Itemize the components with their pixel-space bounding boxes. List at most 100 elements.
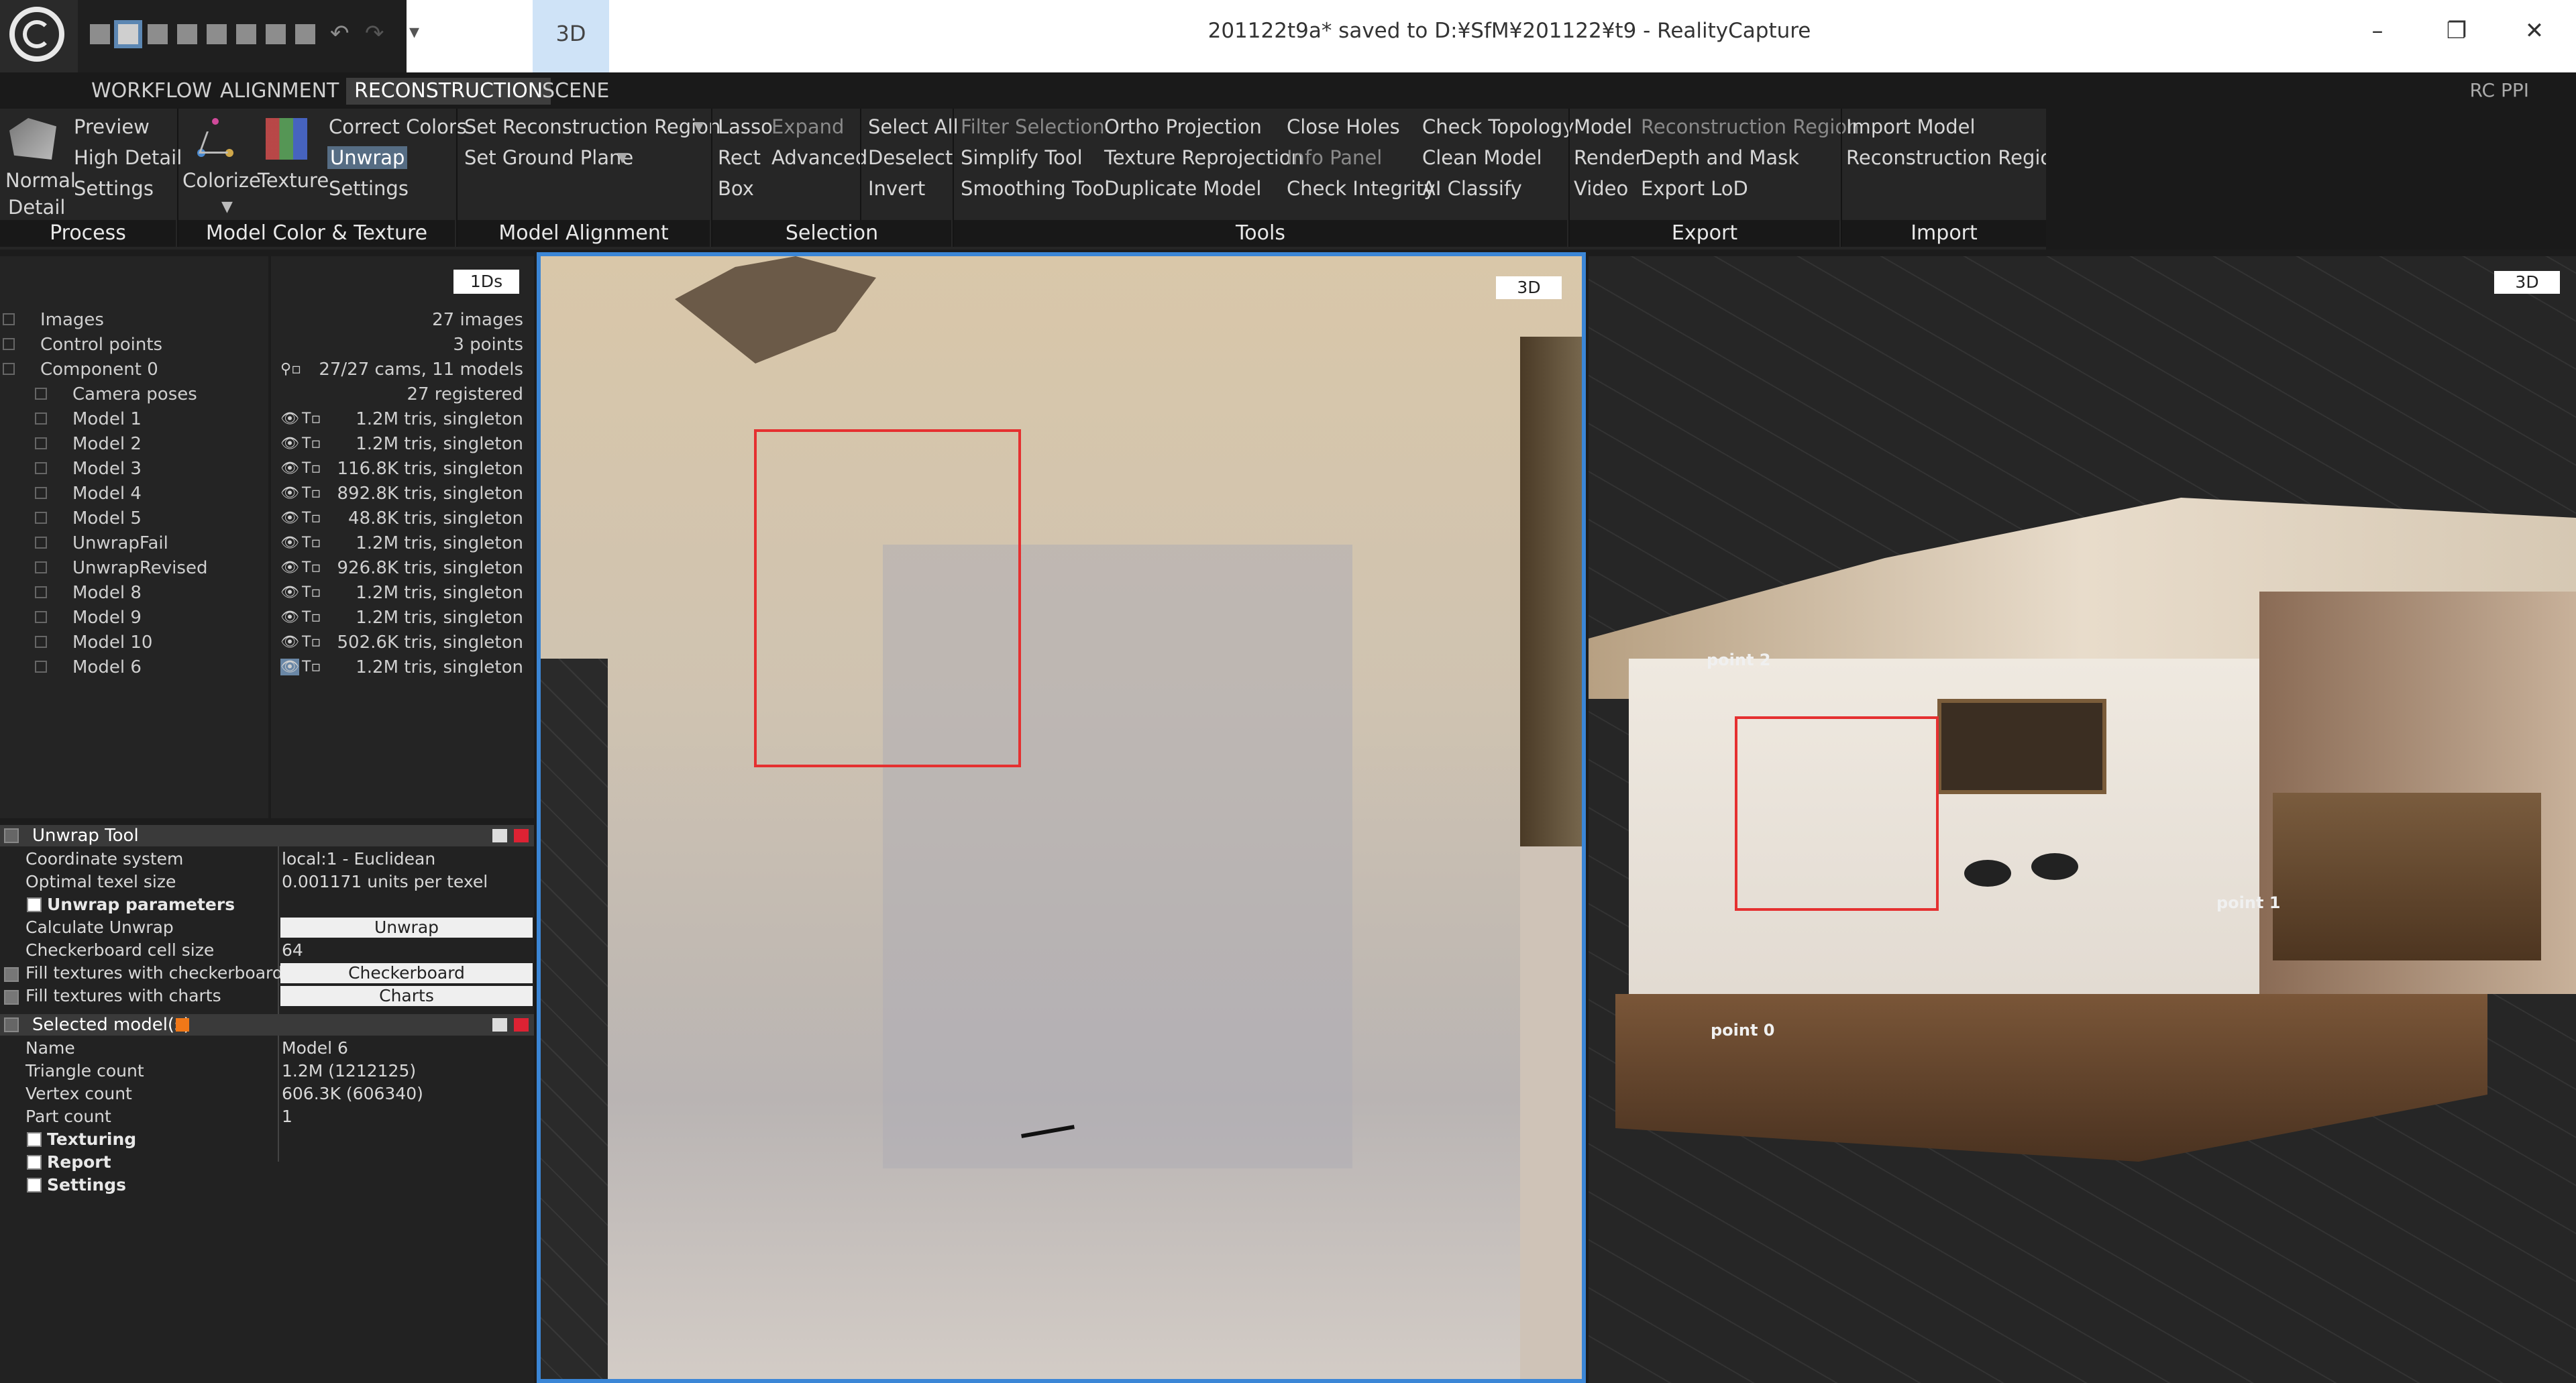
app-logo[interactable] bbox=[0, 0, 78, 72]
control-point-0[interactable]: point 0 bbox=[1711, 1021, 1775, 1040]
visibility-eye-icon[interactable]: 👁 bbox=[280, 559, 299, 576]
box-button[interactable]: Box bbox=[718, 177, 754, 200]
layout-7-icon[interactable] bbox=[266, 24, 286, 44]
layout-6-icon[interactable] bbox=[236, 24, 256, 44]
close-holes-button[interactable]: Close Holes bbox=[1287, 115, 1400, 138]
expand-toggle-icon[interactable] bbox=[3, 363, 15, 375]
clean-model-button[interactable]: Clean Model bbox=[1422, 146, 1542, 169]
smoothing-tool-button[interactable]: Smoothing Tool bbox=[961, 177, 1110, 200]
visibility-eye-icon[interactable]: 👁 bbox=[280, 460, 299, 477]
check-integrity-button[interactable]: Check Integrity bbox=[1287, 177, 1436, 200]
expand-toggle-icon[interactable] bbox=[3, 338, 15, 350]
expand-button[interactable]: Expand bbox=[771, 115, 844, 138]
tree-item[interactable]: Model 4 bbox=[72, 484, 142, 504]
expand-toggle-icon[interactable] bbox=[35, 512, 47, 524]
tab-reconstruction[interactable]: RECONSTRUCTION bbox=[346, 78, 551, 105]
tree-item[interactable]: Model 8 bbox=[72, 583, 142, 603]
expand-toggle-icon[interactable] bbox=[35, 636, 47, 648]
tree-item[interactable]: Model 9 bbox=[72, 608, 142, 628]
export-depth-mask-button[interactable]: Depth and Mask bbox=[1641, 146, 1799, 169]
layout-1-icon[interactable] bbox=[90, 24, 110, 44]
tree-item[interactable]: Model 6 bbox=[72, 657, 142, 677]
unwrap-params-row[interactable]: Unwrap parameters bbox=[0, 893, 534, 916]
close-button[interactable]: ✕ bbox=[2514, 11, 2555, 51]
tree-item[interactable]: Model 3 bbox=[72, 459, 142, 479]
close-icon[interactable] bbox=[514, 1018, 529, 1032]
expand-toggle-icon[interactable] bbox=[35, 586, 47, 598]
maximize-button[interactable]: ❐ bbox=[2436, 11, 2477, 51]
high-detail-button[interactable]: High Detail bbox=[74, 146, 182, 169]
coordinate-system-value[interactable]: local:1 - Euclidean bbox=[282, 848, 435, 871]
tree-item[interactable]: Model 2 bbox=[72, 434, 142, 454]
visibility-eye-icon[interactable]: 👁 bbox=[280, 634, 299, 651]
tree-item[interactable]: UnwrapRevised bbox=[72, 558, 207, 578]
expand-toggle-icon[interactable] bbox=[35, 487, 47, 499]
expand-toggle-icon[interactable] bbox=[3, 313, 15, 325]
process-settings-button[interactable]: Settings bbox=[74, 177, 154, 200]
visibility-eye-icon[interactable]: 👁 bbox=[280, 510, 299, 527]
texture-button[interactable]: Texture bbox=[258, 169, 329, 192]
tree-item[interactable]: Camera poses bbox=[72, 384, 197, 404]
tab-scene[interactable]: SCENE bbox=[534, 78, 617, 105]
select-all-button[interactable]: Select All bbox=[868, 115, 959, 138]
export-recon-region-button[interactable]: Reconstruction Region bbox=[1641, 115, 1860, 138]
expand-toggle-icon[interactable] bbox=[35, 611, 47, 623]
tree-item[interactable]: Component 0 bbox=[40, 359, 158, 380]
visibility-eye-icon[interactable]: 👁 bbox=[280, 535, 299, 551]
1ds-button[interactable]: 1Ds bbox=[453, 270, 519, 294]
chevron-down-icon[interactable]: ▼ bbox=[221, 199, 233, 215]
visibility-eye-icon[interactable]: 👁 bbox=[280, 485, 299, 502]
export-lod-button[interactable]: Export LoD bbox=[1641, 177, 1748, 200]
visibility-eye-icon[interactable]: 👁 bbox=[280, 609, 299, 626]
tree-item[interactable]: Model 1 bbox=[72, 409, 142, 429]
tree-item[interactable]: Images bbox=[40, 310, 104, 330]
layout-2-icon[interactable] bbox=[114, 20, 142, 48]
warning-icon[interactable] bbox=[176, 1018, 189, 1032]
import-recon-region-button[interactable]: Reconstruction Region bbox=[1846, 146, 2065, 169]
texture-settings-button[interactable]: Settings bbox=[329, 177, 409, 200]
tab-workflow[interactable]: WORKFLOW bbox=[83, 78, 220, 105]
layout-5-icon[interactable] bbox=[207, 24, 227, 44]
checkerboard-button[interactable]: Checkerboard bbox=[280, 963, 533, 983]
export-render-button[interactable]: Render bbox=[1574, 146, 1643, 169]
export-model-button[interactable]: Model bbox=[1574, 115, 1632, 138]
pin-icon[interactable] bbox=[492, 829, 507, 842]
tab-alignment[interactable]: ALIGNMENT bbox=[212, 78, 347, 105]
lasso-button[interactable]: Lasso bbox=[718, 115, 773, 138]
expand-toggle-icon[interactable] bbox=[35, 412, 47, 425]
visibility-eye-icon[interactable]: 👁 bbox=[280, 435, 299, 452]
viewport-3d-left[interactable]: 3D bbox=[537, 252, 1586, 1383]
control-point-1[interactable]: point 1 bbox=[2216, 893, 2281, 912]
pin-icon[interactable] bbox=[492, 1018, 507, 1032]
info-panel-button[interactable]: Info Panel bbox=[1287, 146, 1382, 169]
correct-colors-button[interactable]: Correct Colors bbox=[329, 115, 467, 138]
close-icon[interactable] bbox=[514, 829, 529, 842]
report-row[interactable]: Report bbox=[0, 1151, 534, 1174]
export-video-button[interactable]: Video bbox=[1574, 177, 1628, 200]
minimize-button[interactable]: – bbox=[2357, 11, 2398, 51]
redo-icon[interactable]: ↷ bbox=[365, 20, 384, 47]
rect-button[interactable]: Rect bbox=[718, 146, 761, 169]
check-topology-button[interactable]: Check Topology bbox=[1422, 115, 1574, 138]
cell-size-input[interactable]: 64 bbox=[282, 939, 303, 962]
import-model-button[interactable]: Import Model bbox=[1846, 115, 1976, 138]
viewport-mode-badge[interactable]: 3D bbox=[1496, 276, 1562, 299]
settings-row[interactable]: Settings bbox=[0, 1174, 534, 1197]
charts-button[interactable]: Charts bbox=[280, 986, 533, 1006]
filter-selection-button[interactable]: Filter Selection bbox=[961, 115, 1105, 138]
set-reconstruction-region-button[interactable]: Set Reconstruction Region bbox=[464, 115, 720, 138]
viewport-3d-right[interactable]: point 0 point 1 point 2 3D bbox=[1589, 256, 2576, 1383]
model-name-input[interactable]: Model 6 bbox=[282, 1037, 348, 1060]
texturing-row[interactable]: Texturing bbox=[0, 1128, 534, 1151]
expand-toggle-icon[interactable] bbox=[35, 437, 47, 449]
visibility-eye-icon[interactable]: 👁 bbox=[280, 410, 299, 427]
collapse-icon[interactable] bbox=[4, 828, 19, 843]
expand-toggle-icon[interactable] bbox=[35, 537, 47, 549]
ai-classify-button[interactable]: AI Classify bbox=[1422, 177, 1522, 200]
undo-icon[interactable]: ↶ bbox=[330, 20, 350, 47]
chevron-down-icon[interactable]: ▼ bbox=[617, 149, 627, 165]
simplify-tool-button[interactable]: Simplify Tool bbox=[961, 146, 1083, 169]
expand-toggle-icon[interactable] bbox=[35, 462, 47, 474]
collapse-icon[interactable] bbox=[4, 1017, 19, 1032]
colorize-button[interactable]: Colorize bbox=[182, 169, 261, 192]
